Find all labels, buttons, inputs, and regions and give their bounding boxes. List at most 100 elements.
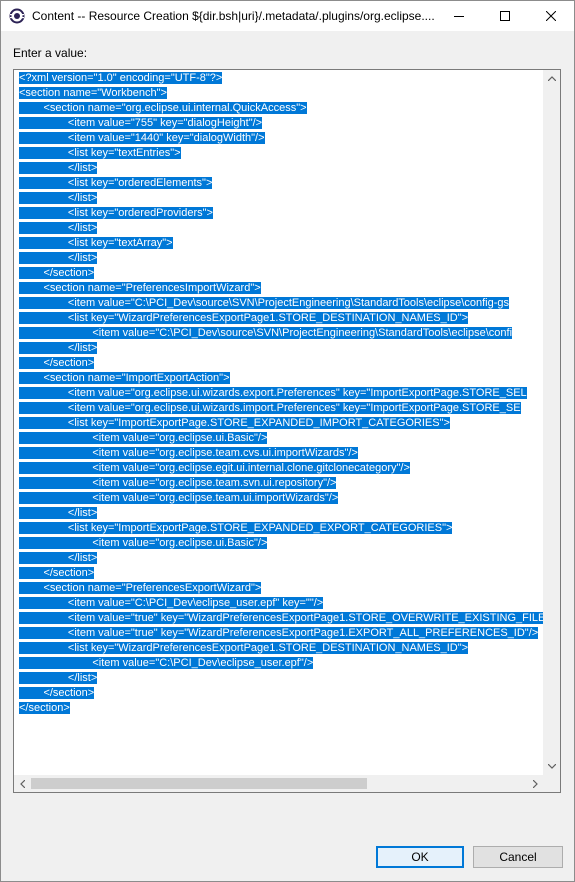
code-line[interactable]: <list key="orderedProviders">: [19, 206, 544, 221]
code-line[interactable]: <item value="org.eclipse.team.ui.importW…: [19, 491, 544, 506]
window-title: Content -- Resource Creation ${dir.bsh|u…: [32, 9, 435, 23]
code-line[interactable]: <item value="org.eclipse.ui.wizards.expo…: [19, 386, 544, 401]
code-line[interactable]: <item value="1440" key="dialogWidth"/>: [19, 131, 544, 146]
code-line-text: <list key="ImportExportPage.STORE_EXPAND…: [19, 522, 453, 534]
code-line-text: <item value="org.eclipse.ui.Basic"/>: [19, 537, 268, 549]
cancel-button[interactable]: Cancel: [473, 846, 563, 868]
code-line[interactable]: </section>: [19, 356, 544, 371]
code-line[interactable]: <item value="org.eclipse.ui.Basic"/>: [19, 536, 544, 551]
code-line[interactable]: </section>: [19, 266, 544, 281]
eclipse-app-icon: [9, 8, 25, 24]
code-line-text: <item value="org.eclipse.ui.wizards.expo…: [19, 387, 527, 399]
title-bar[interactable]: Content -- Resource Creation ${dir.bsh|u…: [1, 1, 574, 31]
code-line[interactable]: </list>: [19, 671, 544, 686]
code-line[interactable]: <list key="orderedElements">: [19, 176, 544, 191]
code-line[interactable]: <list key="textArray">: [19, 236, 544, 251]
code-line[interactable]: <item value="org.eclipse.ui.wizards.impo…: [19, 401, 544, 416]
code-line[interactable]: <item value="org.eclipse.team.cvs.ui.imp…: [19, 446, 544, 461]
code-line-text: </list>: [19, 192, 98, 204]
code-line-text: <item value="true" key="WizardPreference…: [19, 612, 544, 624]
code-line[interactable]: <item value="true" key="WizardPreference…: [19, 611, 544, 626]
code-line[interactable]: </list>: [19, 251, 544, 266]
code-line[interactable]: <list key="WizardPreferencesExportPage1.…: [19, 311, 544, 326]
code-line[interactable]: <section name="PreferencesImportWizard">: [19, 281, 544, 296]
code-line[interactable]: </section>: [19, 686, 544, 701]
code-line[interactable]: </list>: [19, 161, 544, 176]
code-line-text: </list>: [19, 222, 98, 234]
code-line[interactable]: <section name="PreferencesExportWizard">: [19, 581, 544, 596]
code-line-text: <item value="C:\PCI_Dev\source\SVN\Proje…: [19, 297, 509, 309]
code-line[interactable]: <item value="true" key="WizardPreference…: [19, 626, 544, 641]
code-line-text: </list>: [19, 552, 98, 564]
code-line-text: <section name="org.eclipse.ui.internal.Q…: [19, 102, 307, 114]
code-line-text: </list>: [19, 672, 98, 684]
code-line[interactable]: </list>: [19, 221, 544, 236]
code-line-text: <item value="true" key="WizardPreference…: [19, 627, 539, 639]
code-line-text: <list key="textEntries">: [19, 147, 181, 159]
code-line[interactable]: <?xml version="1.0" encoding="UTF-8"?>: [19, 71, 544, 86]
code-line-text: <list key="textArray">: [19, 237, 173, 249]
code-line[interactable]: <item value="C:\PCI_Dev\eclipse_user.epf…: [19, 656, 544, 671]
maximize-button[interactable]: [482, 1, 528, 31]
scroll-up-arrow-icon[interactable]: [543, 70, 560, 87]
scroll-left-arrow-icon[interactable]: [14, 775, 31, 792]
code-line-text: <section name="ImportExportAction">: [19, 372, 230, 384]
code-line-text: <item value="org.eclipse.ui.wizards.impo…: [19, 402, 521, 414]
scroll-right-arrow-icon[interactable]: [527, 775, 544, 792]
code-line-text: </list>: [19, 162, 98, 174]
code-line-text: <item value="org.eclipse.ui.Basic"/>: [19, 432, 268, 444]
code-line[interactable]: <list key="textEntries">: [19, 146, 544, 161]
value-text-area[interactable]: <?xml version="1.0" encoding="UTF-8"?> <s…: [13, 69, 561, 793]
code-line[interactable]: </section>: [19, 566, 544, 581]
code-line-text: </list>: [19, 342, 98, 354]
code-line[interactable]: </list>: [19, 341, 544, 356]
code-line-text: <section name="PreferencesExportWizard">: [19, 582, 262, 594]
code-line[interactable]: <list key="WizardPreferencesExportPage1.…: [19, 641, 544, 656]
code-line[interactable]: <item value="org.eclipse.team.svn.ui.rep…: [19, 476, 544, 491]
code-line-text: <section name="Workbench">: [19, 87, 167, 99]
code-line-text: </list>: [19, 252, 98, 264]
code-line[interactable]: </list>: [19, 191, 544, 206]
code-line-text: <item value="org.eclipse.team.cvs.ui.imp…: [19, 447, 358, 459]
code-content[interactable]: <?xml version="1.0" encoding="UTF-8"?> <s…: [19, 71, 544, 776]
code-line-text: </section>: [19, 357, 95, 369]
code-line[interactable]: <section name="Workbench">: [19, 86, 544, 101]
close-button[interactable]: [528, 1, 574, 31]
ok-button[interactable]: OK: [376, 846, 464, 868]
code-line-text: <item value="org.eclipse.team.ui.importW…: [19, 492, 339, 504]
code-line[interactable]: <item value="755" key="dialogHeight"/>: [19, 116, 544, 131]
code-line-text: <section name="PreferencesImportWizard">: [19, 282, 261, 294]
code-line-text: </section>: [19, 702, 70, 714]
code-line-text: <list key="WizardPreferencesExportPage1.…: [19, 642, 469, 654]
code-line-text: </list>: [19, 507, 98, 519]
code-line-text: <list key="orderedElements">: [19, 177, 213, 189]
code-line-text: <item value="1440" key="dialogWidth"/>: [19, 132, 265, 144]
dialog-window: Content -- Resource Creation ${dir.bsh|u…: [0, 0, 575, 882]
code-line[interactable]: <list key="ImportExportPage.STORE_EXPAND…: [19, 416, 544, 431]
scrollbar-corner: [543, 775, 560, 792]
code-line[interactable]: <item value="org.eclipse.ui.Basic"/>: [19, 431, 544, 446]
code-line-text: <item value="org.eclipse.team.svn.ui.rep…: [19, 477, 337, 489]
horizontal-scroll-thumb[interactable]: [31, 778, 367, 789]
minimize-button[interactable]: [436, 1, 482, 31]
code-line-text: <?xml version="1.0" encoding="UTF-8"?>: [19, 72, 223, 84]
code-line[interactable]: </section>: [19, 701, 544, 716]
vertical-scrollbar[interactable]: [543, 70, 560, 775]
code-line[interactable]: <item value="C:\PCI_Dev\source\SVN\Proje…: [19, 326, 544, 341]
code-line-text: </section>: [19, 267, 95, 279]
code-line[interactable]: <item value="C:\PCI_Dev\eclipse_user.epf…: [19, 596, 544, 611]
code-line-text: <item value="755" key="dialogHeight"/>: [19, 117, 263, 129]
code-line[interactable]: <list key="ImportExportPage.STORE_EXPAND…: [19, 521, 544, 536]
code-line[interactable]: </list>: [19, 506, 544, 521]
code-line[interactable]: <item value="org.eclipse.egit.ui.interna…: [19, 461, 544, 476]
code-line[interactable]: </list>: [19, 551, 544, 566]
code-line-text: <item value="org.eclipse.egit.ui.interna…: [19, 462, 410, 474]
scroll-down-arrow-icon[interactable]: [543, 758, 560, 775]
code-line[interactable]: <section name="ImportExportAction">: [19, 371, 544, 386]
horizontal-scrollbar[interactable]: [14, 775, 544, 792]
code-line-text: <item value="C:\PCI_Dev\eclipse_user.epf…: [19, 657, 314, 669]
code-line-text: </section>: [19, 567, 95, 579]
code-line[interactable]: <item value="C:\PCI_Dev\source\SVN\Proje…: [19, 296, 544, 311]
code-line-text: </section>: [19, 687, 95, 699]
code-line[interactable]: <section name="org.eclipse.ui.internal.Q…: [19, 101, 544, 116]
